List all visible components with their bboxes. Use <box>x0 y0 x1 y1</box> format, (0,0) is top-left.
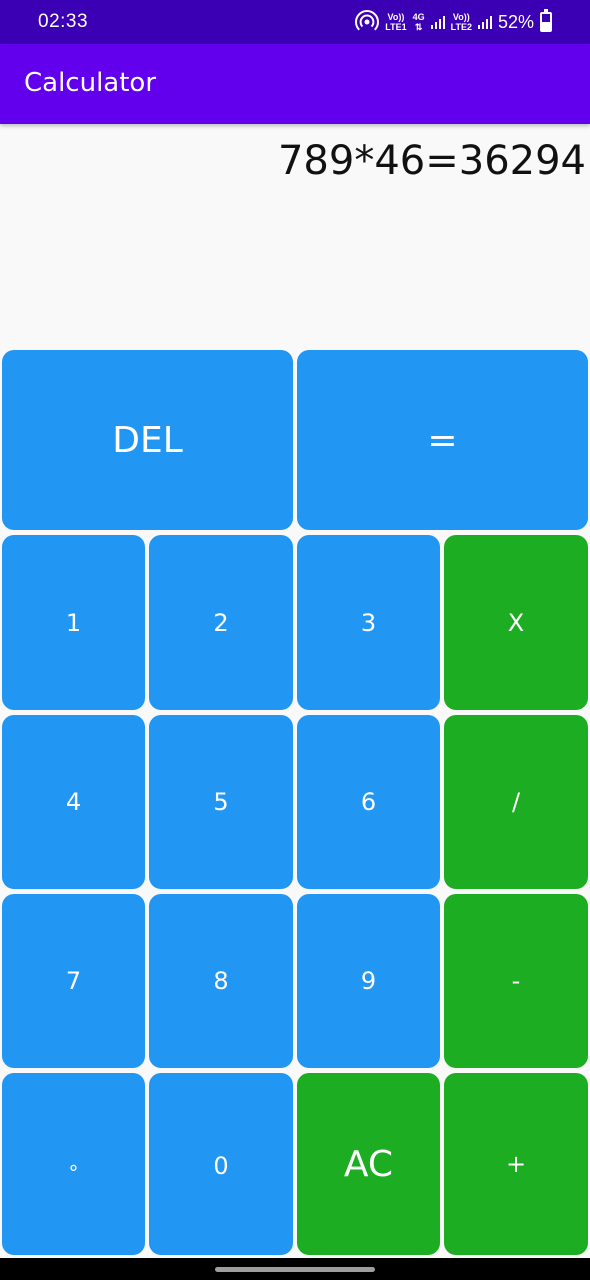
decimal-point-button[interactable]: ° <box>2 1073 145 1255</box>
status-bar: 02:33 Vo)) LTE1 4G ⇅ Vo)) LTE2 52% <box>0 0 590 44</box>
hotspot-icon <box>355 10 380 31</box>
key-8-button[interactable]: 8 <box>149 894 293 1068</box>
minus-button[interactable]: - <box>444 894 588 1068</box>
plus-button[interactable]: + <box>444 1073 588 1255</box>
signal-icon <box>430 15 445 29</box>
calculator-display: 789*46=36294 <box>0 124 590 348</box>
sim1-label: Vo)) LTE1 <box>385 12 407 32</box>
network-type: 4G ⇅ <box>412 12 425 32</box>
status-icons: Vo)) LTE1 4G ⇅ Vo)) LTE2 52% <box>355 9 552 35</box>
app-bar: Calculator <box>0 44 590 124</box>
key-5-button[interactable]: 5 <box>149 715 293 889</box>
expression-text: 789*46=36294 <box>277 138 586 184</box>
navigation-bar <box>0 1258 590 1280</box>
signal-icon <box>477 15 492 29</box>
key-3-button[interactable]: 3 <box>297 535 440 710</box>
all-clear-button[interactable]: AC <box>297 1073 440 1255</box>
key-6-button[interactable]: 6 <box>297 715 440 889</box>
key-2-button[interactable]: 2 <box>149 535 293 710</box>
key-9-button[interactable]: 9 <box>297 894 440 1068</box>
multiply-button[interactable]: X <box>444 535 588 710</box>
home-gesture-handle[interactable] <box>215 1267 375 1272</box>
delete-button[interactable]: DEL <box>2 350 293 530</box>
key-1-button[interactable]: 1 <box>2 535 145 710</box>
divide-button[interactable]: / <box>444 715 588 889</box>
key-0-button[interactable]: 0 <box>149 1073 293 1255</box>
battery-icon <box>540 9 552 32</box>
key-4-button[interactable]: 4 <box>2 715 145 889</box>
data-arrows-icon: ⇅ <box>414 22 423 32</box>
sim2-label: Vo)) LTE2 <box>450 12 472 32</box>
app-title: Calculator <box>24 68 157 98</box>
equals-button[interactable]: = <box>297 350 588 530</box>
battery-percent: 52% <box>497 11 534 32</box>
key-7-button[interactable]: 7 <box>2 894 145 1068</box>
status-time: 02:33 <box>38 11 89 32</box>
